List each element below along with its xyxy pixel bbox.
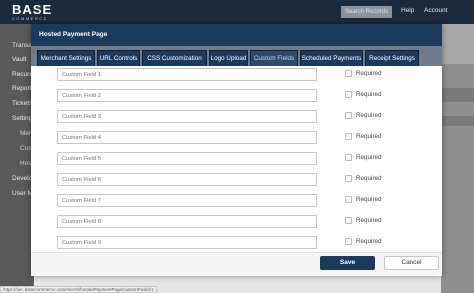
- required-label: Required: [356, 154, 382, 161]
- help-link[interactable]: Help: [401, 7, 414, 14]
- required-checkbox-9[interactable]: [345, 238, 352, 245]
- tab-custom-fields[interactable]: Custom Fields: [250, 50, 298, 66]
- required-checkbox-3[interactable]: [345, 112, 352, 119]
- required-checkbox-1[interactable]: [345, 70, 352, 77]
- tab-url-controls[interactable]: URL Controls: [97, 50, 140, 66]
- required-label: Required: [356, 112, 382, 119]
- tab-bar: Merchant Settings URL Controls CSS Custo…: [31, 46, 442, 66]
- custom-fields-list[interactable]: Required Required Required Required Requ…: [31, 66, 442, 252]
- required-label: Required: [356, 133, 382, 140]
- save-button[interactable]: Save: [320, 256, 375, 270]
- sidebar-item-developer[interactable]: Develo: [12, 175, 32, 182]
- modal-header: Hosted Payment Page: [31, 24, 442, 46]
- required-label: Required: [356, 175, 382, 182]
- sidebar-item-reports[interactable]: Reporti: [12, 85, 33, 92]
- background-content: [441, 24, 474, 64]
- required-checkbox-4[interactable]: [345, 133, 352, 140]
- search-records-button[interactable]: Search Records: [341, 6, 392, 18]
- status-bar-url: https://sec.basecommerce.com/merch/hoste…: [0, 286, 157, 293]
- custom-field-row: Required: [31, 194, 442, 212]
- tab-css-customization[interactable]: CSS Customization: [142, 50, 207, 66]
- custom-field-row: Required: [31, 110, 442, 128]
- background-field: [441, 116, 474, 126]
- sidebar-item-transactions[interactable]: Transa: [12, 42, 32, 49]
- custom-field-3-input[interactable]: [57, 110, 317, 123]
- required-label: Required: [356, 196, 382, 203]
- cancel-button[interactable]: Cancel: [384, 256, 439, 270]
- custom-field-row: Required: [31, 173, 442, 191]
- required-checkbox-6[interactable]: [345, 175, 352, 182]
- sidebar-item-recurring[interactable]: Recurr: [12, 71, 32, 78]
- custom-field-1-input[interactable]: [57, 68, 317, 81]
- custom-field-row: Required: [31, 215, 442, 233]
- required-label: Required: [356, 238, 382, 245]
- required-label: Required: [356, 91, 382, 98]
- required-checkbox-5[interactable]: [345, 154, 352, 161]
- sidebar-item-user-management[interactable]: User M: [12, 190, 33, 197]
- custom-field-2-input[interactable]: [57, 89, 317, 102]
- sidebar-item-vault[interactable]: Vault: [12, 56, 26, 63]
- custom-field-6-input[interactable]: [57, 173, 317, 186]
- custom-field-5-input[interactable]: [57, 152, 317, 165]
- sidebar-item-settings[interactable]: Setting: [12, 115, 32, 122]
- custom-field-row: Required: [31, 89, 442, 107]
- required-checkbox-8[interactable]: [345, 217, 352, 224]
- required-label: Required: [356, 70, 382, 77]
- tab-receipt-settings[interactable]: Receipt Settings: [365, 50, 419, 66]
- tab-merchant-settings[interactable]: Merchant Settings: [37, 50, 95, 66]
- custom-field-row: Required: [31, 152, 442, 170]
- required-label: Required: [356, 217, 382, 224]
- custom-field-7-input[interactable]: [57, 194, 317, 207]
- sidebar-item-tickets[interactable]: Tickets: [12, 100, 32, 107]
- logo-subtext: COMMERCE: [12, 16, 48, 21]
- required-checkbox-7[interactable]: [345, 196, 352, 203]
- modal-footer: Save Cancel: [31, 252, 442, 276]
- account-link[interactable]: Account: [424, 7, 448, 14]
- custom-field-row: Required: [31, 131, 442, 149]
- sidebar: Transa Vault Recurr Reporti Tickets Sett…: [0, 24, 37, 293]
- top-navigation-bar: BASE COMMERCE Search Records Help Accoun…: [0, 0, 474, 24]
- tab-logo-upload[interactable]: Logo Upload: [209, 50, 248, 66]
- custom-field-row: Required: [31, 68, 442, 86]
- custom-field-row: Required: [31, 236, 442, 252]
- custom-field-8-input[interactable]: [57, 215, 317, 228]
- modal-title: Hosted Payment Page: [39, 31, 108, 38]
- hosted-payment-page-modal: Hosted Payment Page Merchant Settings UR…: [31, 24, 442, 276]
- tab-scheduled-payments[interactable]: Scheduled Payments: [300, 50, 363, 66]
- background-dropdown: [441, 88, 474, 102]
- custom-field-9-input[interactable]: [57, 236, 317, 249]
- required-checkbox-2[interactable]: [345, 91, 352, 98]
- custom-field-4-input[interactable]: [57, 131, 317, 144]
- logo-text: BASE: [12, 2, 53, 17]
- base-commerce-logo[interactable]: BASE COMMERCE: [12, 3, 52, 21]
